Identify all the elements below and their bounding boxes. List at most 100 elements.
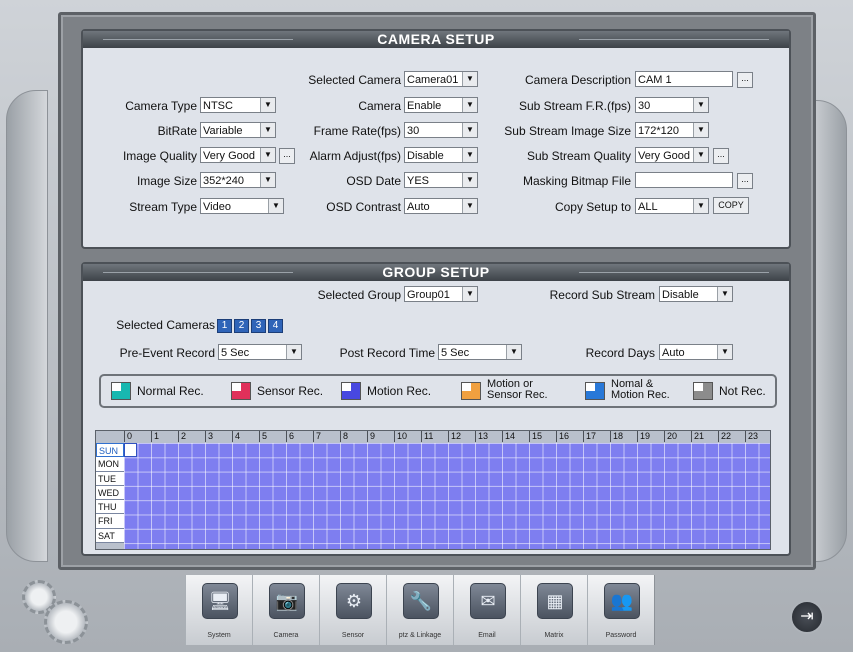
selected-group-label: Selected Group [317, 288, 401, 302]
camera-description-label: Camera Description [524, 73, 631, 87]
day-label-wed[interactable]: WED [96, 485, 124, 501]
camera-1-toggle[interactable]: 1 [217, 319, 232, 333]
chevron-down-icon: ▼ [506, 345, 521, 359]
not-rec-swatch [693, 382, 713, 400]
masking-bitmap-browse-button[interactable]: ... [737, 173, 753, 189]
chevron-down-icon: ▼ [717, 345, 732, 359]
normal-and-motion-swatch [585, 382, 605, 400]
record-sub-stream-select[interactable]: Disable ▼ [659, 286, 733, 302]
image-size-value: 352*240 [203, 175, 244, 187]
record-days-select[interactable]: Auto ▼ [659, 344, 733, 360]
selected-group-select[interactable]: Group01 ▼ [404, 286, 478, 302]
tab-label: Sensor [341, 632, 365, 639]
tab-label: Password [605, 632, 637, 639]
chevron-down-icon: ▼ [260, 98, 275, 112]
hour-label: 10 [394, 431, 421, 442]
chevron-down-icon: ▼ [693, 98, 708, 112]
camera-enable-select[interactable]: Enable ▼ [404, 97, 478, 113]
pre-event-label: Pre-Event Record [119, 346, 215, 360]
chevron-down-icon: ▼ [462, 72, 477, 86]
alarm-adjust-select[interactable]: Disable ▼ [404, 147, 478, 163]
masking-bitmap-input[interactable] [635, 172, 733, 188]
legend-normal-and-motion-label: Nomal & Motion Rec. [611, 379, 670, 401]
selected-camera-label: Selected Camera [308, 73, 401, 87]
image-quality-value: Very Good [203, 150, 255, 162]
camera-4-toggle[interactable]: 4 [268, 319, 283, 333]
alarm-adjust-label: Alarm Adjust(fps) [309, 149, 401, 163]
copy-button[interactable]: COPY [713, 197, 749, 214]
image-quality-select[interactable]: Very Good ▼ [200, 147, 276, 163]
osd-contrast-select[interactable]: Auto ▼ [404, 198, 478, 214]
legend-normal-label: Normal Rec. [137, 384, 204, 398]
day-label-sat[interactable]: SAT [96, 528, 124, 544]
sub-stream-image-size-value: 172*120 [638, 125, 679, 137]
osd-date-select[interactable]: YES ▼ [404, 172, 478, 188]
sub-stream-image-size-select[interactable]: 172*120 ▼ [635, 122, 709, 138]
sub-stream-quality-select[interactable]: Very Good ▼ [635, 147, 709, 163]
hour-label: 7 [313, 431, 340, 442]
camera-value: Enable [407, 100, 442, 112]
camera-3-toggle[interactable]: 3 [251, 319, 266, 333]
post-record-select[interactable]: 5 Sec ▼ [438, 344, 522, 360]
tab-matrix[interactable]: ▦ Matrix [520, 575, 588, 645]
image-size-label: Image Size [136, 174, 197, 188]
pre-event-select[interactable]: 5 Sec ▼ [218, 344, 302, 360]
record-days-value: Auto [662, 347, 685, 359]
frame-rate-select[interactable]: 30 ▼ [404, 122, 478, 138]
legend-motion-or-sensor-label: Motion or Sensor Rec. [487, 379, 548, 401]
chevron-down-icon: ▼ [462, 287, 477, 301]
tab-camera[interactable]: 📷 Camera [252, 575, 320, 645]
legend-motion-label: Motion Rec. [367, 384, 432, 398]
hour-label: 17 [583, 431, 610, 442]
legend-sensor-label: Sensor Rec. [257, 384, 324, 398]
hour-label: 22 [718, 431, 745, 442]
stream-type-select[interactable]: Video ▼ [200, 198, 284, 214]
sub-stream-quality-value: Very Good [638, 150, 690, 162]
image-size-select[interactable]: 352*240 ▼ [200, 172, 276, 188]
record-sub-stream-label: Record Sub Stream [549, 288, 655, 302]
normal-rec-swatch [111, 382, 131, 400]
chevron-down-icon: ▼ [462, 173, 477, 187]
camera-type-label: Camera Type [125, 99, 197, 113]
hour-label: 19 [637, 431, 664, 442]
hour-label: 16 [556, 431, 583, 442]
post-record-value: 5 Sec [441, 347, 470, 359]
tab-ptz-linkage[interactable]: 🔧 ptz & Linkage [386, 575, 454, 645]
ptz-icon: 🔧 [403, 583, 439, 619]
day-label-mon[interactable]: MON [96, 457, 124, 472]
bitrate-value: Variable [203, 125, 243, 137]
copy-setup-select[interactable]: ALL ▼ [635, 198, 709, 214]
post-record-label: Post Record Time [339, 346, 435, 360]
recording-legend: Normal Rec. Sensor Rec. Motion Rec. Moti… [99, 374, 777, 408]
hour-label: 23 [745, 431, 772, 442]
camera-description-input[interactable]: CAM 1 [635, 71, 733, 87]
camera-2-toggle[interactable]: 2 [234, 319, 249, 333]
tab-email[interactable]: ✉ Email [453, 575, 521, 645]
tab-label: Camera [273, 632, 299, 639]
schedule-cells[interactable] [124, 443, 770, 549]
selected-camera-select[interactable]: Camera01 ▼ [404, 71, 478, 87]
sub-stream-quality-browse-button[interactable]: ... [713, 148, 729, 164]
tab-system[interactable]: 🖥 System [185, 575, 253, 645]
exit-icon[interactable]: ⇥ [790, 600, 824, 634]
hour-label: 1 [151, 431, 178, 442]
tab-password[interactable]: 👥 Password [587, 575, 655, 645]
sub-stream-fr-select[interactable]: 30 ▼ [635, 97, 709, 113]
day-label-fri[interactable]: FRI [96, 514, 124, 529]
legend-normal-and-motion-line2: Motion Rec. [611, 389, 670, 401]
day-label-tue[interactable]: TUE [96, 471, 124, 486]
selected-camera-value: Camera01 [407, 74, 459, 86]
hour-label: 6 [286, 431, 313, 442]
camera-type-select[interactable]: NTSC ▼ [200, 97, 276, 113]
day-label-thu[interactable]: THU [96, 500, 124, 515]
hour-label: 8 [340, 431, 367, 442]
sensor-rec-swatch [231, 382, 251, 400]
email-icon: ✉ [470, 583, 506, 619]
bitrate-select[interactable]: Variable ▼ [200, 122, 276, 138]
tab-sensor[interactable]: ⚙ Sensor [319, 575, 387, 645]
day-label-sun[interactable]: SUN [96, 443, 124, 458]
chevron-down-icon: ▼ [286, 345, 301, 359]
sub-stream-fr-value: 30 [638, 100, 651, 112]
camera-description-browse-button[interactable]: ... [737, 72, 753, 88]
motion-or-sensor-swatch [461, 382, 481, 400]
